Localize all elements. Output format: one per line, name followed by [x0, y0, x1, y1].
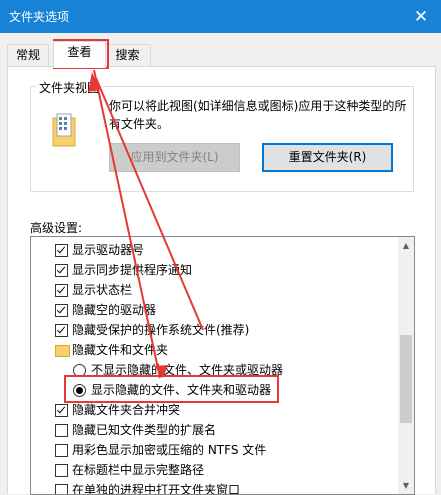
folder-icon	[55, 345, 70, 357]
checkbox[interactable]	[55, 424, 68, 437]
checkbox[interactable]	[55, 484, 68, 494]
checkbox[interactable]	[55, 264, 68, 277]
scroll-down-icon[interactable]: ▼	[398, 477, 414, 494]
apply-to-folders-button[interactable]: 应用到文件夹(L)	[109, 143, 240, 172]
tab-search[interactable]: 搜索	[104, 44, 151, 66]
checkbox[interactable]	[55, 464, 68, 477]
option-highlight-box	[64, 375, 279, 403]
list-item[interactable]: 隐藏受保护的操作系统文件(推荐)	[31, 320, 395, 340]
list-item[interactable]: 显示驱动器号	[31, 240, 395, 260]
advanced-settings-list[interactable]: 显示驱动器号 显示同步提供程序通知 显示状态栏 隐藏空的驱动器 隐藏受保护的操作…	[30, 236, 415, 495]
checkbox[interactable]	[55, 244, 68, 257]
window-title: 文件夹选项	[9, 10, 70, 24]
list-item-folder: 隐藏文件和文件夹	[31, 340, 395, 360]
folder-view-icon	[52, 113, 76, 147]
list-item[interactable]: 用彩色显示加密或压缩的 NTFS 文件	[31, 440, 395, 460]
reset-folders-button[interactable]: 重置文件夹(R)	[262, 143, 393, 172]
list-item[interactable]: 在标题栏中显示完整路径	[31, 460, 395, 480]
checkbox[interactable]	[55, 304, 68, 317]
tab-view[interactable]: 查看	[53, 41, 106, 68]
list-item[interactable]: 显示状态栏	[31, 280, 395, 300]
advanced-settings-label: 高级设置:	[30, 221, 83, 235]
scrollbar-thumb[interactable]	[400, 335, 412, 423]
checkbox[interactable]	[55, 444, 68, 457]
checkbox[interactable]	[55, 284, 68, 297]
checkbox[interactable]	[55, 324, 68, 337]
list-item[interactable]: 隐藏文件夹合并冲突	[31, 400, 395, 420]
list-item[interactable]: 隐藏已知文件类型的扩展名	[31, 420, 395, 440]
list-item[interactable]: 显示同步提供程序通知	[31, 260, 395, 280]
checkbox[interactable]	[55, 404, 68, 417]
folder-views-title: 文件夹视图	[36, 79, 103, 96]
list-item[interactable]: 隐藏空的驱动器	[31, 300, 395, 320]
tab-general[interactable]: 常规	[7, 44, 49, 66]
tab-strip: 常规 查看 搜索	[0, 33, 441, 68]
scrollbar[interactable]: ▲ ▼	[398, 237, 414, 494]
folder-views-description: 你可以将此视图(如详细信息或图标)应用于这种类型的所有文件夹。	[109, 99, 407, 131]
scroll-up-icon[interactable]: ▲	[398, 237, 414, 254]
title-bar: 文件夹选项 ✕	[0, 0, 441, 33]
close-icon[interactable]: ✕	[401, 0, 441, 33]
